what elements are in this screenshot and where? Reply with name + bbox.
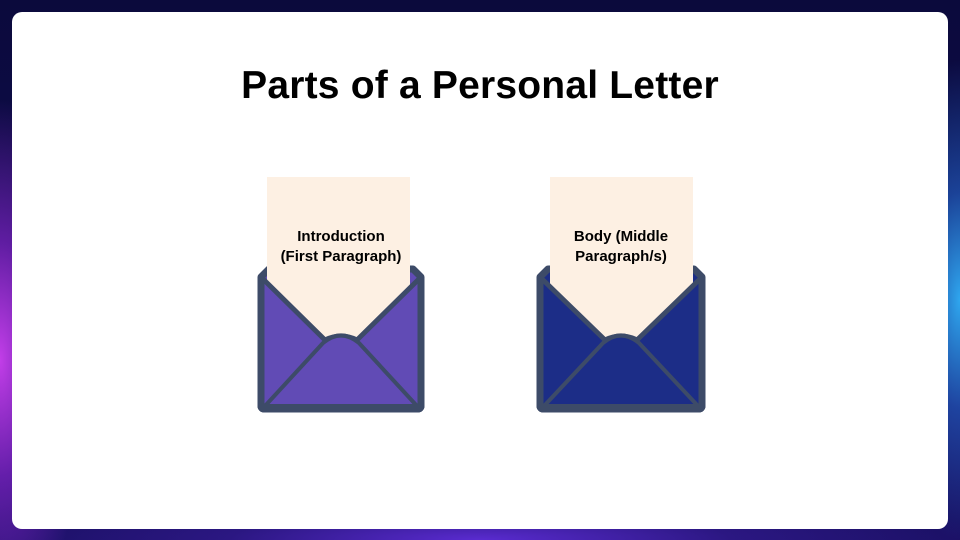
- envelope-introduction: Introduction (First Paragraph): [253, 176, 429, 416]
- envelope-label: Body (Middle Paragraph/s): [573, 228, 669, 265]
- envelope-icon: [536, 177, 706, 413]
- envelope-body: Body (Middle Paragraph/s): [536, 176, 712, 416]
- envelope-icon: [257, 177, 425, 413]
- envelope-label: Introduction (First Paragraph): [280, 228, 402, 265]
- slide-title: Parts of a Personal Letter: [241, 64, 719, 107]
